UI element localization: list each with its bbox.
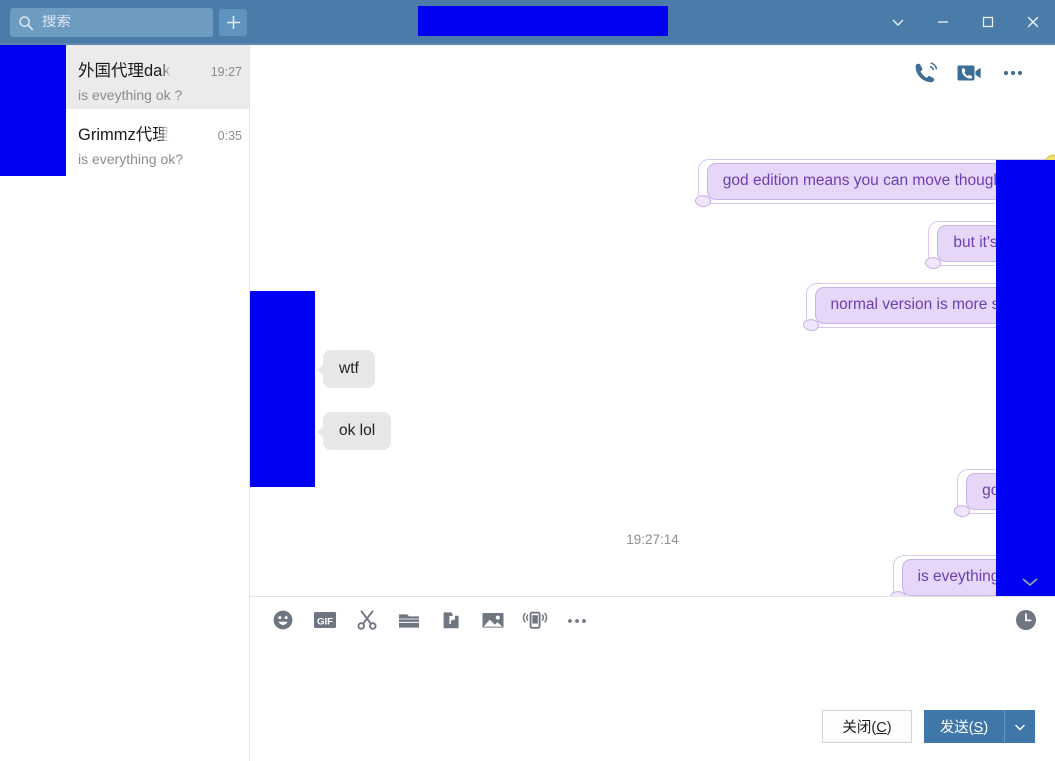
- send-file-button[interactable]: [388, 599, 430, 641]
- close-button-label: 关闭(C): [842, 720, 892, 736]
- chat-list-item-name: Grimmz代理: [78, 126, 169, 144]
- shake-button[interactable]: [514, 599, 556, 641]
- footer-buttons: 关闭(C) 发送(S): [822, 710, 1035, 743]
- chevron-down-icon: [1020, 574, 1040, 590]
- send-button-group[interactable]: 发送(S): [924, 710, 1035, 743]
- close-icon: [1025, 14, 1041, 30]
- video-call-button[interactable]: [947, 51, 991, 95]
- chat-list-item-time: 0:35: [217, 129, 242, 143]
- maximize-icon: [980, 14, 996, 30]
- conversation-header: [250, 45, 1055, 100]
- titlebar: 搜索: [0, 0, 1055, 45]
- compose-toolbar: GIF: [250, 597, 1055, 642]
- more-tools-icon: [565, 610, 589, 630]
- message-history-button[interactable]: [1005, 599, 1047, 641]
- file-folder-icon: [397, 610, 421, 630]
- chat-window: 搜索 外国代理dak 19:27 is eveything ok ? Grimm…: [0, 0, 1055, 761]
- maximize-button[interactable]: [965, 0, 1010, 44]
- send-button-label: 发送(S): [939, 720, 989, 736]
- plus-icon: [225, 14, 242, 31]
- screenshot-scissors-icon: [356, 609, 378, 631]
- search-placeholder-text: 搜索: [42, 15, 71, 30]
- timestamp-text: 19:27:14: [626, 532, 679, 547]
- window-controls: [875, 0, 1055, 44]
- message-text: ok lol: [339, 422, 376, 439]
- chat-history-icon: [440, 609, 462, 631]
- message-list[interactable]: god edition means you can move though wa…: [250, 100, 1055, 596]
- minimize-button[interactable]: [920, 0, 965, 44]
- screenshot-button[interactable]: [346, 599, 388, 641]
- chat-list-item-text: Grimmz代理 0:35 is everything ok?: [78, 121, 242, 167]
- image-icon: [481, 610, 505, 630]
- close-button[interactable]: [1010, 0, 1055, 44]
- outgoing-avatar-redaction: [996, 160, 1055, 596]
- video-call-icon: [955, 59, 983, 87]
- chat-list: 外国代理dak 19:27 is eveything ok ? Grimmz代理…: [0, 45, 250, 761]
- emoji-icon: [272, 609, 294, 631]
- add-contact-button[interactable]: [219, 9, 247, 36]
- avatar: [0, 45, 66, 112]
- chat-history-button[interactable]: [430, 599, 472, 641]
- message-text: wtf: [339, 360, 359, 377]
- scroll-to-bottom-button[interactable]: [1020, 574, 1040, 590]
- search-input[interactable]: 搜索: [10, 8, 213, 37]
- send-image-button[interactable]: [472, 599, 514, 641]
- chevron-down-icon: [1012, 719, 1028, 735]
- chat-list-item-0[interactable]: 外国代理dak 19:27 is eveything ok ?: [0, 45, 249, 112]
- chat-list-item-name: 外国代理dak: [78, 62, 171, 80]
- avatar: [0, 109, 66, 176]
- text-caret: [274, 652, 275, 670]
- more-options-icon: [999, 59, 1027, 87]
- audio-call-button[interactable]: [903, 51, 947, 95]
- gif-button[interactable]: GIF: [304, 599, 346, 641]
- svg-text:GIF: GIF: [317, 616, 333, 627]
- chat-list-item-1[interactable]: Grimmz代理 0:35 is everything ok?: [0, 109, 249, 176]
- window-title-redaction: [418, 6, 668, 36]
- send-options-dropdown-button[interactable]: [1005, 710, 1035, 743]
- timestamp-divider: 19:27:14: [250, 532, 1055, 547]
- gif-icon: GIF: [313, 610, 337, 630]
- send-button[interactable]: 发送(S): [924, 710, 1005, 743]
- search-icon: [18, 15, 34, 31]
- message-history-clock-icon: [1014, 608, 1038, 632]
- chat-list-item-snippet: is eveything ok ?: [78, 87, 183, 103]
- chat-list-item-text: 外国代理dak 19:27 is eveything ok ?: [78, 57, 242, 103]
- message-row: wtf: [317, 350, 375, 389]
- close-conversation-button[interactable]: 关闭(C): [822, 710, 912, 743]
- chat-list-item-time: 19:27: [210, 65, 242, 79]
- message-bubble-incoming[interactable]: wtf: [317, 350, 375, 389]
- shake-phone-icon: [522, 609, 548, 631]
- message-row: ok lol: [316, 412, 392, 451]
- message-bubble-incoming[interactable]: ok lol: [316, 412, 392, 451]
- more-options-button[interactable]: [991, 51, 1035, 95]
- minimize-icon: [935, 14, 951, 30]
- chevron-down-icon: [890, 14, 906, 30]
- audio-call-icon: [911, 59, 939, 87]
- incoming-avatar-redaction: [250, 291, 315, 487]
- more-tools-button[interactable]: [556, 599, 598, 641]
- emoji-button[interactable]: [262, 599, 304, 641]
- chat-list-item-snippet: is everything ok?: [78, 151, 184, 167]
- window-menu-button[interactable]: [875, 0, 920, 44]
- message-input[interactable]: [250, 642, 1055, 702]
